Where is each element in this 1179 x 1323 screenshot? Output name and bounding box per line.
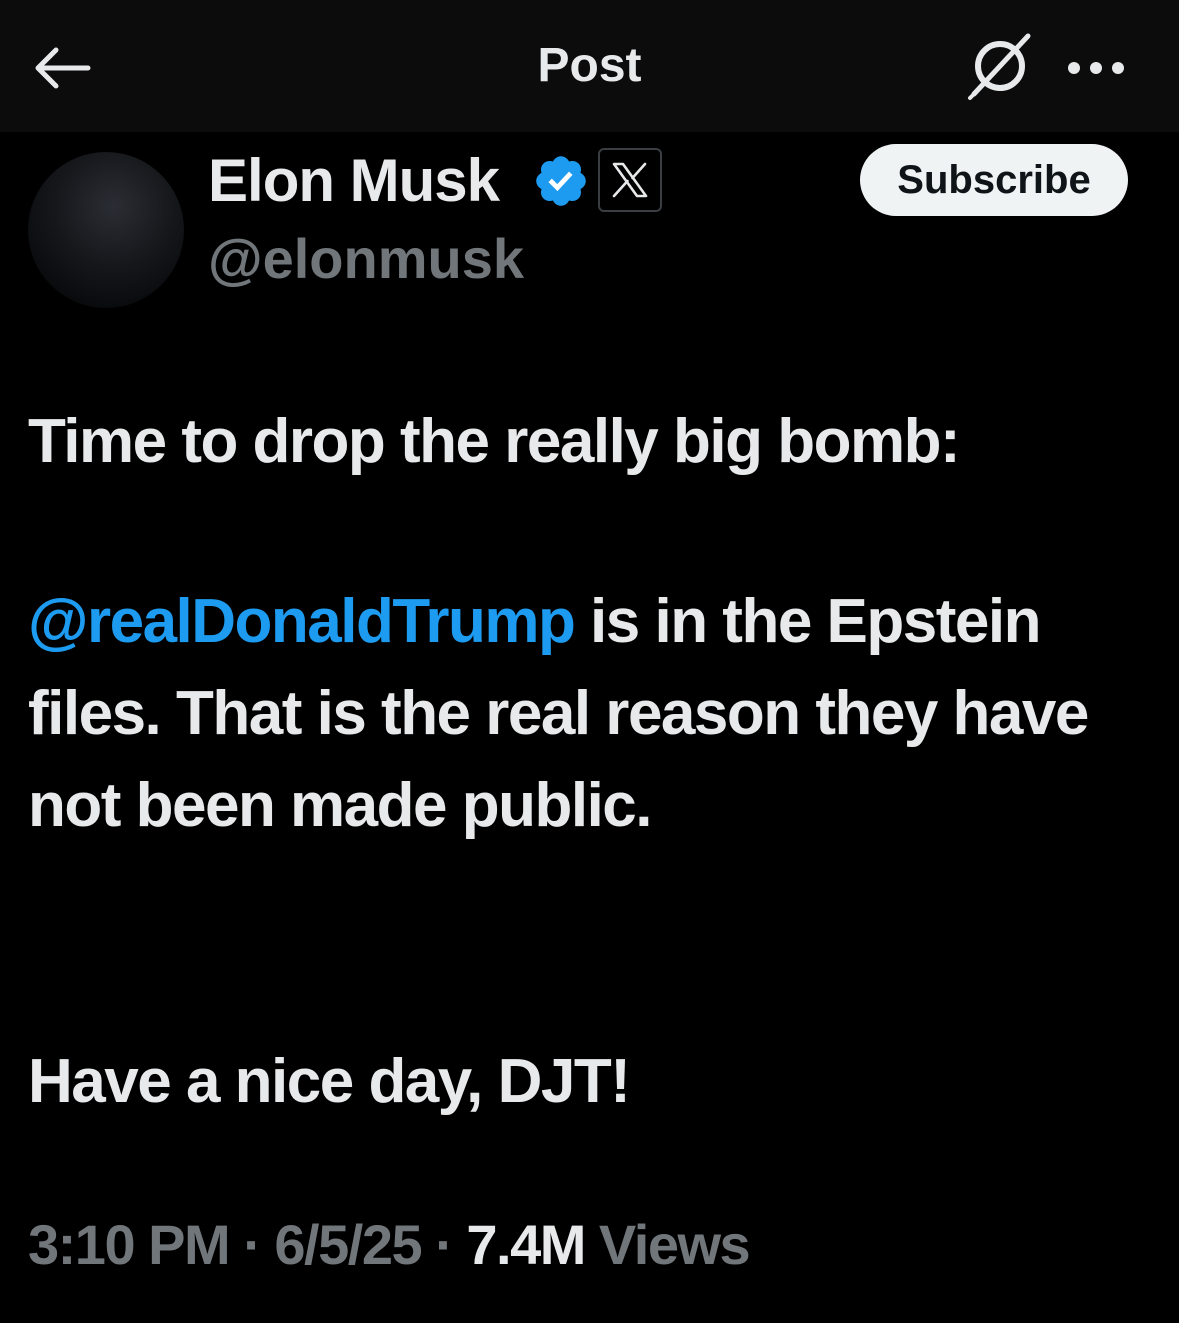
meta-separator: · [421,1213,467,1276]
post-text-paragraph: Have a nice day, DJT! [28,1047,631,1116]
views-count[interactable]: 7.4M [466,1213,586,1276]
subscribe-button[interactable]: Subscribe [860,144,1128,216]
meta-separator: · [229,1213,275,1276]
post-text-paragraph: @realDonaldTrump is in the Epstein files… [28,576,1138,852]
top-bar: Post [0,0,1179,132]
grok-icon [968,33,1031,100]
more-horizontal-icon [1068,62,1124,74]
author-handle[interactable]: @elonmusk [208,224,524,294]
author-name[interactable]: Elon Musk [208,146,500,216]
verified-badge-icon [536,156,586,206]
more-options-button[interactable] [1060,40,1132,96]
grok-button[interactable] [962,30,1036,104]
mention-link[interactable]: @realDonaldTrump [28,587,576,656]
post-time[interactable]: 3:10 PM [28,1213,231,1276]
avatar[interactable] [28,152,184,308]
post-text-line: Time to drop the really big bomb: [28,407,961,476]
views-label: Views [584,1213,751,1276]
post-date[interactable]: 6/5/25 [274,1213,422,1276]
x-logo-icon [612,162,648,198]
affiliate-badge[interactable] [598,148,662,212]
post-meta: 3:10 PM · 6/5/25 · 7.4M Views [28,1210,751,1280]
